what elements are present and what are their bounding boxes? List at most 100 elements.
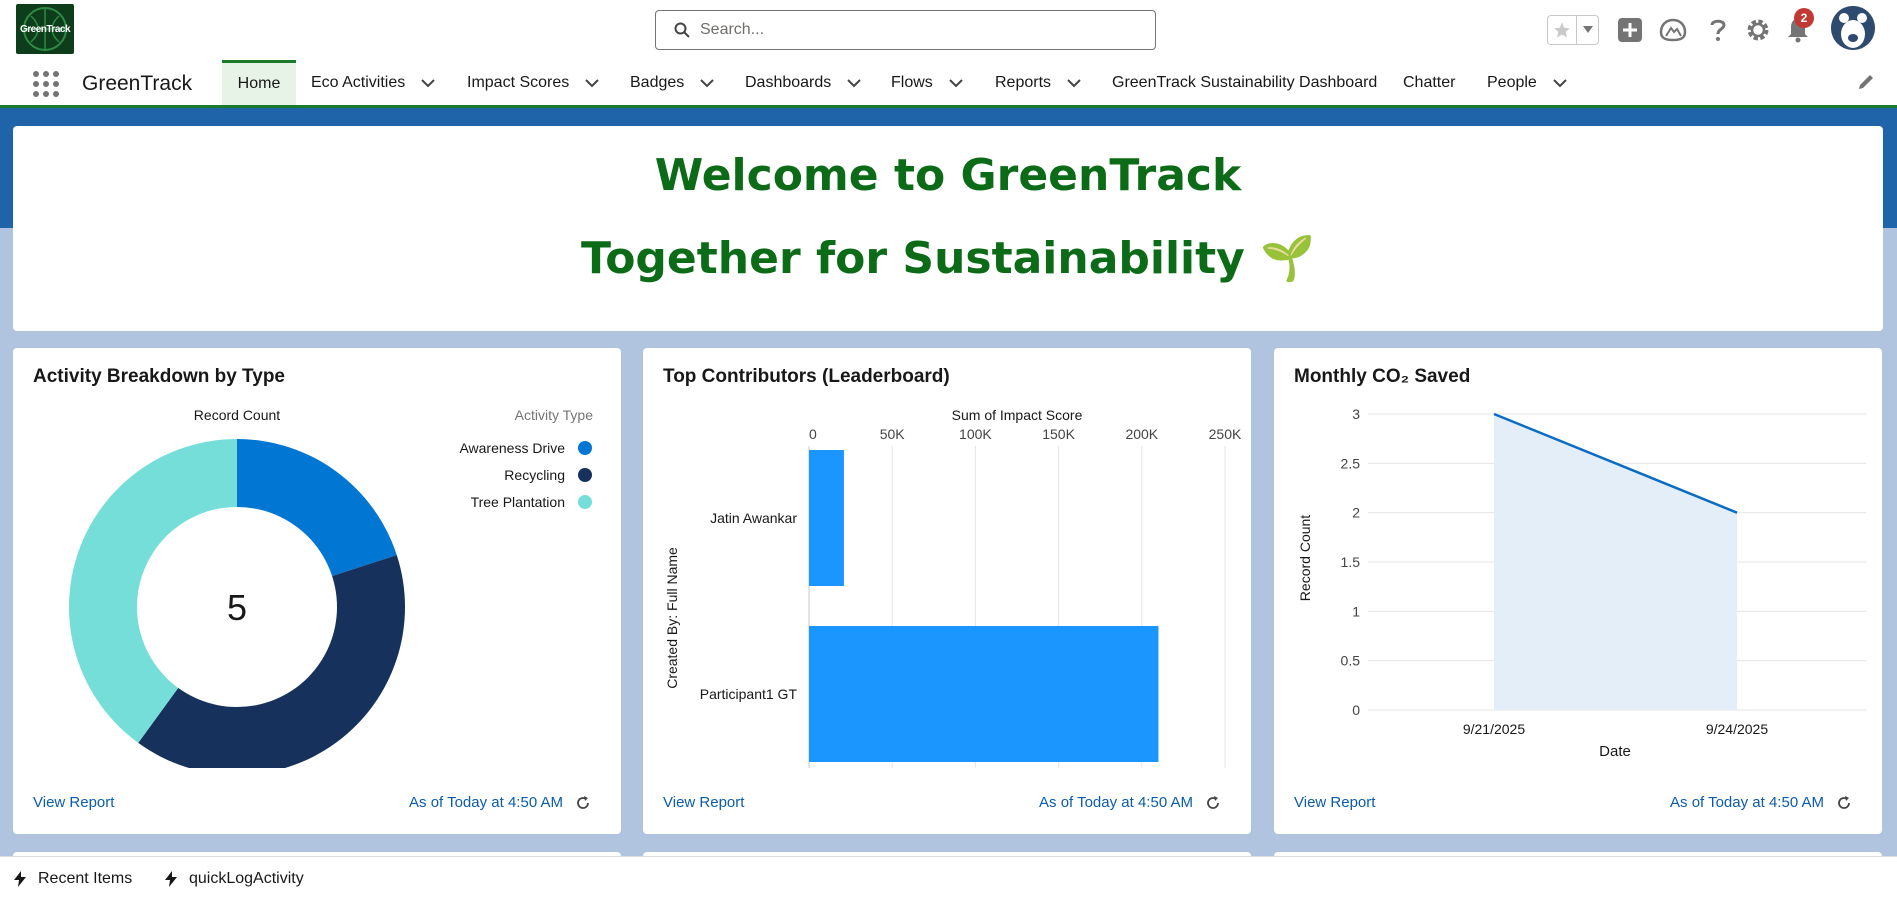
chevron-down-icon[interactable]: [700, 78, 714, 88]
y-tick-label: 2: [1352, 505, 1360, 521]
y-tick-label: 3: [1352, 406, 1360, 422]
chevron-down-icon[interactable]: [847, 78, 861, 88]
app-launcher-icon[interactable]: [32, 70, 60, 98]
nav-tab-reports[interactable]: Reports: [995, 60, 1081, 105]
legend-item-label: Recycling: [504, 467, 565, 483]
y-tick-label: 1: [1352, 603, 1360, 619]
legend-title: Activity Type: [515, 407, 594, 423]
legend-swatch: [578, 441, 592, 455]
refresh-timestamp[interactable]: As of Today at 4:50 AM: [1670, 794, 1852, 811]
welcome-banner: Welcome to GreenTrack Together for Susta…: [13, 126, 1883, 331]
utility-quick-log-activity[interactable]: quickLogActivity: [165, 870, 304, 888]
bar[interactable]: [809, 450, 844, 586]
nav-tab-impact-scores[interactable]: Impact Scores: [467, 60, 599, 105]
welcome-subheading: Together for Sustainability 🌱: [581, 233, 1315, 284]
y-tick-label: 0: [1352, 702, 1360, 718]
x-tick-label: 200K: [1125, 426, 1158, 442]
utility-label: Recent Items: [38, 870, 133, 887]
nav-tab-greentrack-sustainability-dashboard[interactable]: GreenTrack Sustainability Dashboard: [1112, 60, 1377, 105]
refresh-icon[interactable]: [575, 795, 591, 811]
chevron-down-icon[interactable]: [1067, 78, 1081, 88]
nav-tab-label: Chatter: [1403, 73, 1456, 91]
help-icon[interactable]: [1704, 16, 1732, 44]
area-fill: [1494, 414, 1737, 710]
nav-tab-label: Dashboards: [745, 73, 832, 91]
chart-title: Sum of Impact Score: [952, 407, 1083, 423]
y-tick-label: 1.5: [1341, 554, 1361, 570]
nav-tab-home[interactable]: Home: [222, 60, 296, 105]
chevron-down-icon[interactable]: [585, 78, 599, 88]
nav-tab-label: GreenTrack Sustainability Dashboard: [1112, 73, 1378, 91]
nav-tab-label: Reports: [995, 73, 1052, 91]
nav-tab-eco-activities[interactable]: Eco Activities: [311, 60, 435, 105]
x-tick-label: 100K: [959, 426, 992, 442]
lightning-icon: [165, 871, 177, 887]
donut-chart: Record Count Activity Type 5 Awareness D…: [69, 407, 594, 768]
y-axis-label: Record Count: [1297, 515, 1313, 601]
legend-swatch: [578, 495, 592, 509]
nav-tab-label: Home: [237, 75, 281, 92]
setup-gear-icon[interactable]: [1744, 16, 1772, 44]
timestamp-text: As of Today at 4:50 AM: [1670, 794, 1824, 811]
donut-center-total: 5: [227, 587, 247, 628]
utility-label: quickLogActivity: [189, 870, 304, 887]
nav-tab-chatter[interactable]: Chatter: [1403, 60, 1455, 105]
y-category-label: Jatin Awankar: [710, 510, 797, 526]
search-placeholder: Search...: [700, 21, 765, 38]
search-icon: [674, 22, 690, 38]
activity-breakdown-card: Activity Breakdown by Type Record Count …: [13, 348, 621, 834]
view-report-link[interactable]: View Report: [1294, 794, 1375, 811]
timestamp-text: As of Today at 4:50 AM: [1039, 794, 1193, 811]
utility-bar: Recent Items quickLogActivity: [0, 856, 1897, 903]
y-axis-label: Created By: Full Name: [664, 547, 680, 689]
top-contributors-card: Top Contributors (Leaderboard) Sum of Im…: [643, 348, 1251, 834]
refresh-timestamp[interactable]: As of Today at 4:50 AM: [409, 794, 591, 811]
legend-swatch: [578, 468, 592, 482]
x-tick-label: 50K: [880, 426, 906, 442]
nav-tab-label: Badges: [630, 73, 685, 91]
app-nav-bar: GreenTrack Home Eco Activities Impact Sc…: [0, 60, 1897, 108]
nav-tab-label: Flows: [891, 73, 933, 91]
notification-badge: 2: [1794, 8, 1814, 28]
timestamp-text: As of Today at 4:50 AM: [409, 794, 563, 811]
x-tick-label: 150K: [1042, 426, 1075, 442]
monthly-co2-card: Monthly CO₂ Saved Record Count Date 0 0.5…: [1274, 348, 1882, 834]
refresh-icon[interactable]: [1836, 795, 1852, 811]
nav-tab-people[interactable]: People: [1487, 60, 1567, 105]
nav-tab-flows[interactable]: Flows: [891, 60, 963, 105]
avatar[interactable]: [1831, 6, 1875, 50]
chevron-down-icon[interactable]: [1577, 16, 1598, 44]
welcome-heading: Welcome to GreenTrack: [654, 150, 1242, 201]
edit-nav-pencil-icon[interactable]: [1857, 73, 1875, 96]
chevron-down-icon[interactable]: [421, 78, 435, 88]
x-tick-label: 250K: [1209, 426, 1242, 442]
favorites-button[interactable]: [1547, 15, 1599, 45]
nav-tab-label: Impact Scores: [467, 73, 570, 91]
trailhead-icon[interactable]: [1659, 16, 1687, 44]
x-axis-label: Date: [1599, 743, 1631, 760]
area-chart: Record Count Date 0 0.5 1 1.5 2 2.5 3 9/21/202…: [1297, 406, 1866, 760]
chevron-down-icon[interactable]: [949, 78, 963, 88]
view-report-link[interactable]: View Report: [663, 794, 744, 811]
bar[interactable]: [809, 626, 1159, 762]
chevron-down-icon[interactable]: [1553, 78, 1567, 88]
x-tick-label: 9/24/2025: [1706, 721, 1768, 737]
view-report-link[interactable]: View Report: [33, 794, 114, 811]
app-logo[interactable]: GreenTrack: [16, 4, 74, 54]
home-content: Welcome to GreenTrack Together for Susta…: [0, 108, 1897, 856]
nav-tab-dashboards[interactable]: Dashboards: [745, 60, 861, 105]
refresh-timestamp[interactable]: As of Today at 4:50 AM: [1039, 794, 1221, 811]
add-icon[interactable]: [1616, 16, 1644, 44]
app-name: GreenTrack: [82, 72, 193, 95]
horizontal-bar-chart: Sum of Impact Score Created By: Full Nam…: [664, 407, 1242, 768]
nav-tab-label: People: [1487, 73, 1537, 91]
logo-text: GreenTrack: [19, 23, 71, 35]
refresh-icon[interactable]: [1205, 795, 1221, 811]
x-tick-label: 9/21/2025: [1463, 721, 1525, 737]
nav-tab-badges[interactable]: Badges: [630, 60, 714, 105]
y-category-label: Participant1 GT: [700, 686, 798, 702]
x-tick-label: 0: [809, 426, 817, 442]
star-icon[interactable]: [1548, 16, 1578, 44]
utility-recent-items[interactable]: Recent Items: [14, 870, 132, 888]
search-input[interactable]: Search...: [655, 10, 1156, 50]
